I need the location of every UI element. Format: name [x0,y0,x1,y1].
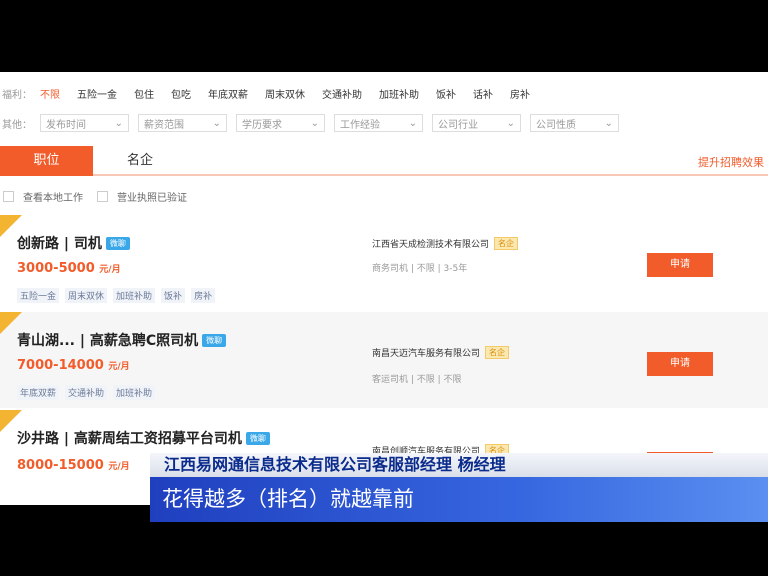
tag: 加班补助 [113,288,156,303]
job-title[interactable]: 沙井路 | 高薪周结工资招募平台司机 [17,428,242,448]
salary-unit: 元/月 [99,265,121,275]
other-label: 其他： [2,119,32,131]
company-name[interactable]: 南昌天迈汽车服务有限公司 [372,346,480,359]
license-verified-checkbox[interactable] [97,191,108,202]
salary: 3000-5000 [17,261,95,276]
salary-unit: 元/月 [108,362,130,372]
apply-button[interactable]: 申请 [647,253,713,277]
benefit-option[interactable]: 饭补 [436,86,456,101]
salary-range-select[interactable]: 薪资范围 ⌄ [138,114,227,132]
chat-button[interactable]: 微聊 [202,333,227,347]
chevron-down-icon: ⌄ [408,117,417,129]
benefit-option[interactable]: 包住 [134,86,154,101]
local-jobs-checkbox[interactable] [3,191,14,202]
select-value: 薪资范围 [144,119,184,131]
benefit-tags: 五险一金 周末双休 加班补助 饭补 房补 [17,288,221,303]
select-value: 公司性质 [536,119,576,131]
tag: 五险一金 [17,288,60,303]
benefit-option[interactable]: 周末双休 [265,86,305,101]
chevron-down-icon: ⌄ [506,117,515,129]
tag: 周末双休 [65,288,108,303]
tag: 房补 [191,288,216,303]
chevron-down-icon: ⌄ [212,117,221,129]
famous-badge: 名企 [485,346,510,359]
benefit-option[interactable]: 加班补助 [379,86,419,101]
benefit-label: 福利： [2,89,32,101]
quote-caption: 花得越多（排名）就越靠前 [150,477,768,522]
chat-button[interactable]: 微聊 [245,431,270,445]
chat-button[interactable]: 微聊 [105,236,130,250]
job-meta: 商务司机 | 不限 | 3-5年 [372,264,468,274]
job-card[interactable]: 青山湖... | 高薪急聘C照司机 微聊 7000-14000 元/月 年底双薪交… [0,312,768,408]
chevron-down-icon: ⌄ [604,117,613,129]
job-meta: 客运司机 | 不限 | 不限 [372,375,462,385]
local-jobs-label: 查看本地工作 [23,193,83,204]
benefit-option[interactable]: 话补 [473,86,493,101]
education-select[interactable]: 学历要求 ⌄ [236,114,325,132]
job-title[interactable]: 创新路 | 司机 [17,233,102,253]
license-verified-label: 营业执照已验证 [117,193,187,204]
chevron-down-icon: ⌄ [310,117,319,129]
salary: 7000-14000 [17,358,104,373]
benefit-option[interactable]: 五险一金 [77,86,117,101]
benefit-option[interactable]: 交通补助 [322,86,362,101]
tag: 年底双薪 [17,385,60,400]
benefit-option[interactable]: 年底双薪 [208,86,248,101]
salary-unit: 元/月 [108,462,130,472]
tab-positions[interactable]: 职位 [0,146,93,176]
benefit-tags: 年底双薪 交通补助 加班补助 [17,385,161,400]
publish-time-select[interactable]: 发布时间 ⌄ [40,114,129,132]
job-site-page: 福利： 不限 五险一金 包住 包吃 年底双薪 周末双休 交通补助 加班补助 饭补… [0,72,768,505]
tab-famous-companies[interactable]: 名企 [110,146,170,176]
promote-link[interactable]: 提升招聘效果 [698,154,764,170]
company-type-select[interactable]: 公司性质 ⌄ [530,114,619,132]
select-value: 发布时间 [46,119,86,131]
industry-select[interactable]: 公司行业 ⌄ [432,114,521,132]
tag: 交通补助 [65,385,108,400]
benefit-any[interactable]: 不限 [40,86,60,101]
tag: 加班补助 [113,385,156,400]
salary: 8000-15000 [17,458,104,473]
other-filter-row: 其他： 发布时间 ⌄ 薪资范围 ⌄ 学历要求 ⌄ 工作经验 ⌄ 公司行业 ⌄ 公司性质 ⌄ [0,113,628,133]
company-name[interactable]: 江西省天成检测技术有限公司 [372,237,489,250]
news-lower-third: 江西易网通信息技术有限公司客服部经理 杨经理 花得越多（排名）就越靠前 [150,453,768,522]
benefit-filter-row: 福利： 不限 五险一金 包住 包吃 年底双薪 周末双休 交通补助 加班补助 饭补… [0,83,547,103]
experience-select[interactable]: 工作经验 ⌄ [334,114,423,132]
tag: 饭补 [161,288,186,303]
speaker-caption: 江西易网通信息技术有限公司客服部经理 杨经理 [150,453,768,477]
select-value: 学历要求 [242,119,282,131]
famous-badge: 名企 [494,237,519,250]
benefit-option[interactable]: 包吃 [171,86,191,101]
tab-bar: 职位 名企 提升招聘效果 [0,146,768,176]
select-value: 工作经验 [340,119,380,131]
apply-button[interactable]: 申请 [647,352,713,376]
chevron-down-icon: ⌄ [114,117,123,129]
job-title[interactable]: 青山湖... | 高薪急聘C照司机 [17,330,198,350]
check-options: 查看本地工作 营业执照已验证 [0,189,187,204]
select-value: 公司行业 [438,119,478,131]
benefit-option[interactable]: 房补 [510,86,530,101]
job-card[interactable]: 创新路 | 司机 微聊 3000-5000 元/月 五险一金 周末双休 加班补助 饭补房… [0,215,768,311]
